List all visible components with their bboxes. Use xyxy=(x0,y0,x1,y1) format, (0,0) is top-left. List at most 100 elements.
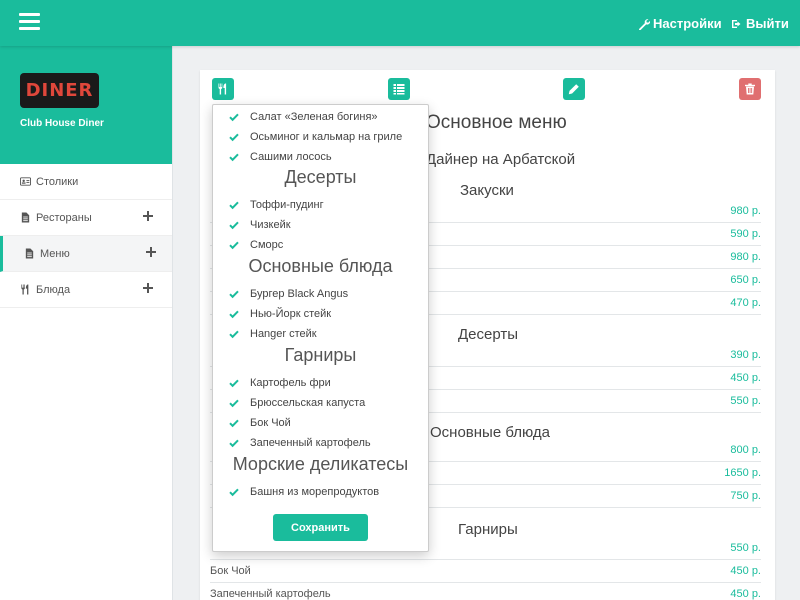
dish-option-label: Бок Чой xyxy=(250,417,291,429)
dish-price: 550 р. xyxy=(730,542,761,554)
sidebar-item-label: Рестораны xyxy=(36,211,92,224)
dish-price: 1650 р. xyxy=(724,467,761,479)
list-icon xyxy=(393,84,405,95)
file-icon xyxy=(20,211,32,224)
brand-name: Club House Diner xyxy=(20,118,104,129)
wrench-icon xyxy=(639,18,650,30)
dish-option-label: Запеченный картофель xyxy=(250,437,371,449)
dish-price: 590 р. xyxy=(730,228,761,240)
section-title: Гарниры xyxy=(458,521,518,538)
dish-price: 450 р. xyxy=(730,372,761,384)
logo-text: DINER xyxy=(25,80,94,101)
check-icon xyxy=(229,330,239,339)
dish-price: 450 р. xyxy=(730,565,761,577)
dish-option[interactable]: Hanger стейк xyxy=(229,326,317,342)
table-row: Бок Чой 450 р. xyxy=(210,560,761,583)
dish-option[interactable]: Тоффи-пудинг xyxy=(229,197,324,213)
sidebar-item-label: Меню xyxy=(40,247,70,260)
dish-option-label: Сашими лосось xyxy=(250,151,332,163)
sidebar-item-dishes[interactable]: Блюда xyxy=(0,272,172,308)
utensils-icon xyxy=(20,283,32,296)
dish-select-popup: Салат «Зеленая богиня» Осьминог и кальма… xyxy=(212,104,429,552)
dish-option-label: Осьминог и кальмар на гриле xyxy=(250,131,403,143)
check-icon xyxy=(229,488,239,497)
save-button[interactable]: Сохранить xyxy=(273,514,368,541)
check-icon xyxy=(229,201,239,210)
logout-label: Выйти xyxy=(746,16,789,31)
logout-link[interactable]: Выйти xyxy=(731,16,789,31)
plus-icon[interactable] xyxy=(143,283,153,293)
dish-price: 550 р. xyxy=(730,395,761,407)
edit-button[interactable] xyxy=(563,78,585,100)
dish-option-label: Нью-Йорк стейк xyxy=(250,308,332,320)
dish-price: 470 р. xyxy=(730,297,761,309)
sidebar-item-label: Блюда xyxy=(36,283,71,296)
dish-name: Запеченный картофель xyxy=(210,588,331,600)
check-icon xyxy=(229,153,239,162)
check-icon xyxy=(229,133,239,142)
dish-name: Бок Чой xyxy=(210,565,251,577)
settings-link[interactable]: Настройки xyxy=(638,16,722,31)
dish-option[interactable]: Сморс xyxy=(229,237,283,253)
dish-option[interactable]: Картофель фри xyxy=(229,375,331,391)
pencil-icon xyxy=(568,84,579,95)
sidebar-item-label: Столики xyxy=(36,175,79,188)
dish-option[interactable]: Салат «Зеленая богиня» xyxy=(229,109,378,125)
popup-group-title: Гарниры xyxy=(284,345,357,365)
file-icon xyxy=(24,247,36,260)
popup-group-title: Десерты xyxy=(284,167,357,187)
dish-option[interactable]: Чизкейк xyxy=(229,217,291,233)
section-title: Закуски xyxy=(460,182,514,199)
sidebar-item-tables[interactable]: Столики xyxy=(0,164,172,200)
restaurant-name: Дайнер на Арбатской xyxy=(426,151,576,168)
menu-title: Основное меню xyxy=(426,112,567,133)
list-view-button[interactable] xyxy=(388,78,410,100)
dish-option-label: Брюссельская капуста xyxy=(250,397,366,409)
dish-price: 390 р. xyxy=(730,349,761,361)
sidebar-item-menu[interactable]: Меню xyxy=(0,236,172,272)
check-icon xyxy=(229,439,239,448)
settings-label: Настройки xyxy=(653,16,722,31)
dish-option[interactable]: Сашими лосось xyxy=(229,149,332,165)
plus-icon[interactable] xyxy=(143,211,153,221)
delete-button[interactable] xyxy=(739,78,761,100)
sidebar: DINER Club House Diner Столики Рестораны… xyxy=(0,46,173,600)
dish-option[interactable]: Брюссельская капуста xyxy=(229,395,365,411)
dish-price: 800 р. xyxy=(730,444,761,456)
check-icon xyxy=(229,379,239,388)
dish-price: 750 р. xyxy=(730,490,761,502)
dish-option-label: Сморс xyxy=(250,239,284,251)
dish-option[interactable]: Башня из морепродуктов xyxy=(229,484,379,500)
dish-option[interactable]: Бок Чой xyxy=(229,415,291,431)
dish-price: 980 р. xyxy=(730,251,761,263)
dish-option[interactable]: Бургер Black Angus xyxy=(229,286,348,302)
check-icon xyxy=(229,241,239,250)
dish-option-label: Салат «Зеленая богиня» xyxy=(250,111,378,123)
dish-price: 650 р. xyxy=(730,274,761,286)
plus-icon[interactable] xyxy=(146,247,156,257)
sign-out-icon xyxy=(732,19,741,28)
top-navbar: Настройки Выйти xyxy=(0,0,800,46)
hamburger-menu-icon[interactable] xyxy=(19,13,40,31)
dish-option-label: Бургер Black Angus xyxy=(250,288,349,300)
sidebar-header: DINER Club House Diner xyxy=(0,46,172,164)
table-row: Запеченный картофель 450 р. xyxy=(210,583,761,600)
dish-price: 450 р. xyxy=(730,588,761,600)
utensils-icon xyxy=(218,83,227,95)
dish-option-label: Картофель фри xyxy=(250,377,331,389)
check-icon xyxy=(229,221,239,230)
sidebar-menu: Столики Рестораны Меню Блюда xyxy=(0,164,172,308)
check-icon xyxy=(229,419,239,428)
dishes-button[interactable] xyxy=(212,78,234,100)
dish-option[interactable]: Запеченный картофель xyxy=(229,435,371,451)
diner-logo: DINER xyxy=(20,73,99,108)
dish-option[interactable]: Нью-Йорк стейк xyxy=(229,306,331,322)
check-icon xyxy=(229,399,239,408)
check-icon xyxy=(229,290,239,299)
trash-icon xyxy=(745,83,755,95)
dish-option[interactable]: Осьминог и кальмар на гриле xyxy=(229,129,402,145)
sidebar-item-restaurants[interactable]: Рестораны xyxy=(0,200,172,236)
dish-option-label: Чизкейк xyxy=(250,219,291,231)
check-icon xyxy=(229,310,239,319)
section-title: Десерты xyxy=(458,326,519,343)
